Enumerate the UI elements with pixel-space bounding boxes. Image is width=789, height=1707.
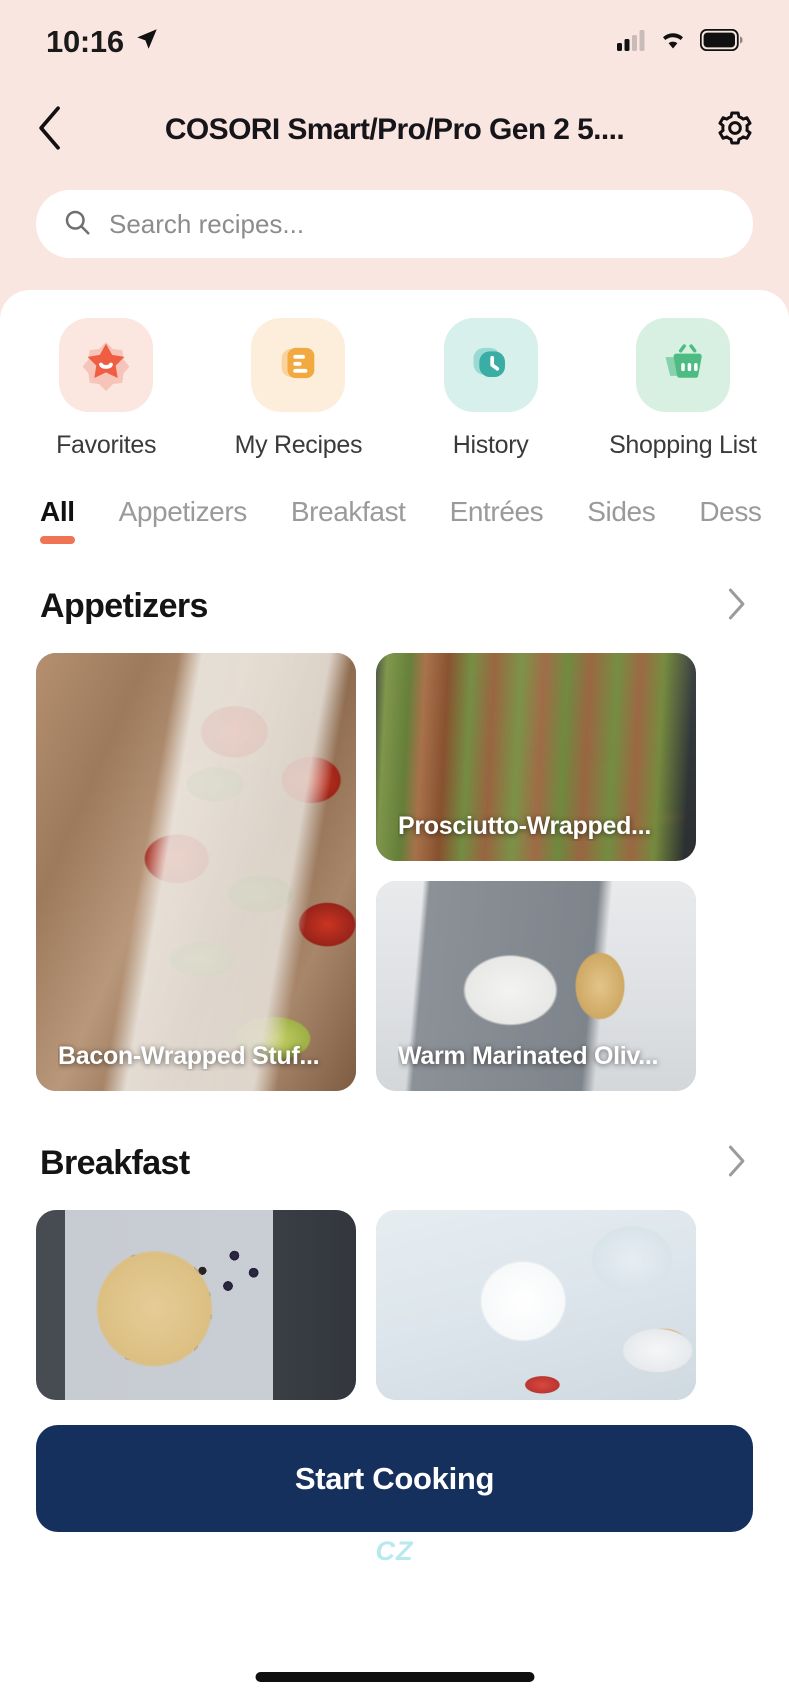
section-more-button-breakfast[interactable] — [723, 1143, 749, 1184]
quick-actions-row: Favorites My Recipes History Shopping Li… — [0, 290, 789, 460]
chevron-right-icon — [723, 1143, 749, 1184]
recipe-image — [376, 1210, 696, 1400]
favorites-icon-tile — [59, 318, 154, 412]
recipe-grid-appetizers: Bacon-Wrapped Stuf... Prosciutto-Wrapped… — [0, 653, 789, 1091]
history-icon-tile — [443, 318, 538, 412]
tab-appetizers[interactable]: Appetizers — [119, 496, 248, 544]
chevron-left-icon — [34, 104, 68, 157]
tab-entrees[interactable]: Entrées — [450, 496, 544, 544]
recipe-card-warm-marinated-olives[interactable]: Warm Marinated Oliv... — [376, 881, 696, 1091]
page-title: COSORI Smart/Pro/Pro Gen 2 5.... — [164, 113, 625, 146]
quick-action-my-recipes[interactable]: My Recipes — [202, 318, 394, 460]
recipe-card-bacon-wrapped[interactable]: Bacon-Wrapped Stuf... — [36, 653, 356, 1091]
recipe-card-tea-scones[interactable] — [376, 1210, 696, 1400]
search-input[interactable] — [109, 208, 727, 240]
gear-icon — [715, 108, 755, 153]
quick-action-favorites[interactable]: Favorites — [10, 318, 202, 460]
navigation-bar: COSORI Smart/Pro/Pro Gen 2 5.... — [0, 84, 789, 176]
recipe-column-left — [36, 1210, 356, 1400]
recipe-card-title: Bacon-Wrapped Stuf... — [58, 1042, 320, 1070]
recipe-card-title: Warm Marinated Oliv... — [398, 1042, 659, 1070]
notebook-icon — [270, 335, 326, 396]
recipe-image — [36, 653, 356, 1091]
tab-desserts[interactable]: Dess — [699, 496, 762, 544]
quick-action-label: Shopping List — [609, 431, 757, 459]
recipe-card-prosciutto-wrapped[interactable]: Prosciutto-Wrapped... — [376, 653, 696, 861]
clock-icon — [463, 335, 519, 396]
section-more-button-appetizers[interactable] — [723, 586, 749, 627]
shopping-list-icon-tile — [635, 318, 730, 412]
phone-screen: 10:16 COSORI Smart/Pro/Pro Gen 2 5.... S… — [0, 0, 789, 1707]
quick-action-label: Favorites — [56, 431, 157, 459]
status-indicators — [617, 28, 743, 56]
section-title: Breakfast — [40, 1144, 190, 1182]
star-smile-icon — [78, 335, 134, 396]
back-button[interactable] — [34, 104, 80, 157]
search-bar[interactable] — [36, 190, 753, 258]
section-header-breakfast: Breakfast — [0, 1143, 789, 1184]
home-indicator[interactable] — [255, 1672, 534, 1682]
recipe-grid-breakfast — [0, 1210, 789, 1400]
category-tabs: All Appetizers Breakfast Entrées Sides D… — [0, 496, 789, 544]
watermark-logo: CZ — [375, 1536, 414, 1566]
location-arrow-icon — [134, 24, 160, 60]
section-header-appetizers: Appetizers — [0, 586, 789, 627]
start-cooking-button[interactable]: Start Cooking — [36, 1425, 753, 1532]
search-container — [36, 190, 753, 258]
recipe-card-blueberry-scones[interactable] — [36, 1210, 356, 1400]
recipe-column-right: Prosciutto-Wrapped... Warm Marinated Oli… — [376, 653, 696, 1091]
content-sheet: Favorites My Recipes History Shopping Li… — [0, 290, 789, 1707]
quick-action-label: My Recipes — [234, 431, 363, 459]
status-time: 10:16 — [46, 24, 124, 59]
search-icon — [62, 207, 92, 242]
quick-action-shopping-list[interactable]: Shopping List — [587, 318, 779, 460]
tab-sides[interactable]: Sides — [587, 496, 655, 544]
tab-breakfast[interactable]: Breakfast — [291, 496, 406, 544]
recipe-card-title: Prosciutto-Wrapped... — [398, 812, 651, 840]
section-title: Appetizers — [40, 587, 208, 625]
recipe-image — [36, 1210, 356, 1400]
basket-icon — [655, 335, 711, 396]
quick-action-label: History — [452, 431, 529, 459]
my-recipes-icon-tile — [251, 318, 346, 412]
chevron-right-icon — [723, 586, 749, 627]
tab-all[interactable]: All — [40, 496, 75, 544]
recipe-column-right — [376, 1210, 696, 1400]
settings-button[interactable] — [709, 108, 755, 153]
battery-full-icon — [699, 28, 743, 56]
status-bar: 10:16 — [0, 0, 789, 84]
cellular-bars-icon — [617, 29, 646, 56]
status-time-group: 10:16 — [46, 24, 160, 60]
wifi-icon — [659, 29, 687, 55]
recipe-column-left: Bacon-Wrapped Stuf... — [36, 653, 356, 1091]
quick-action-history[interactable]: History — [395, 318, 587, 460]
